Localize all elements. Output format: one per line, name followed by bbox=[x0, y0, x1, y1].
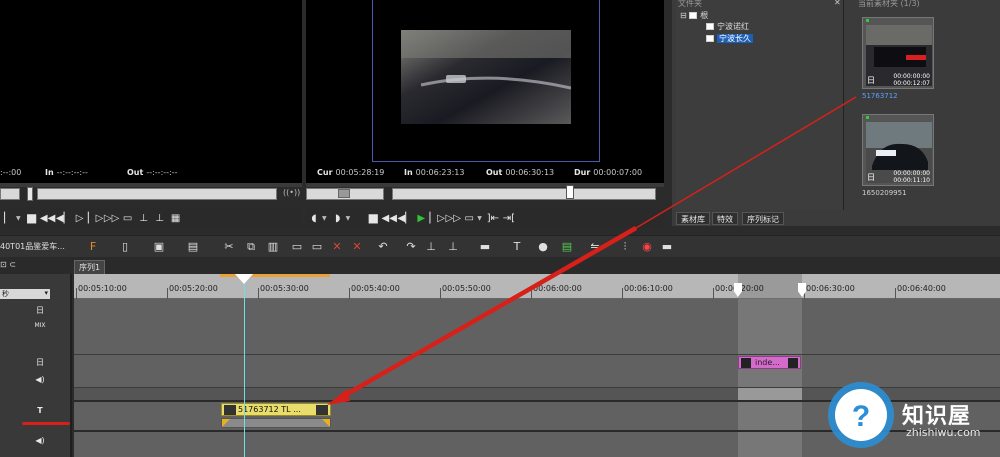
watermark-logo-icon: ? bbox=[828, 382, 894, 448]
svg-text:?: ? bbox=[852, 400, 870, 433]
watermark-url: zhishiwu.com bbox=[906, 426, 981, 439]
watermark: ? 知识屋 zhishiwu.com bbox=[826, 380, 1000, 457]
